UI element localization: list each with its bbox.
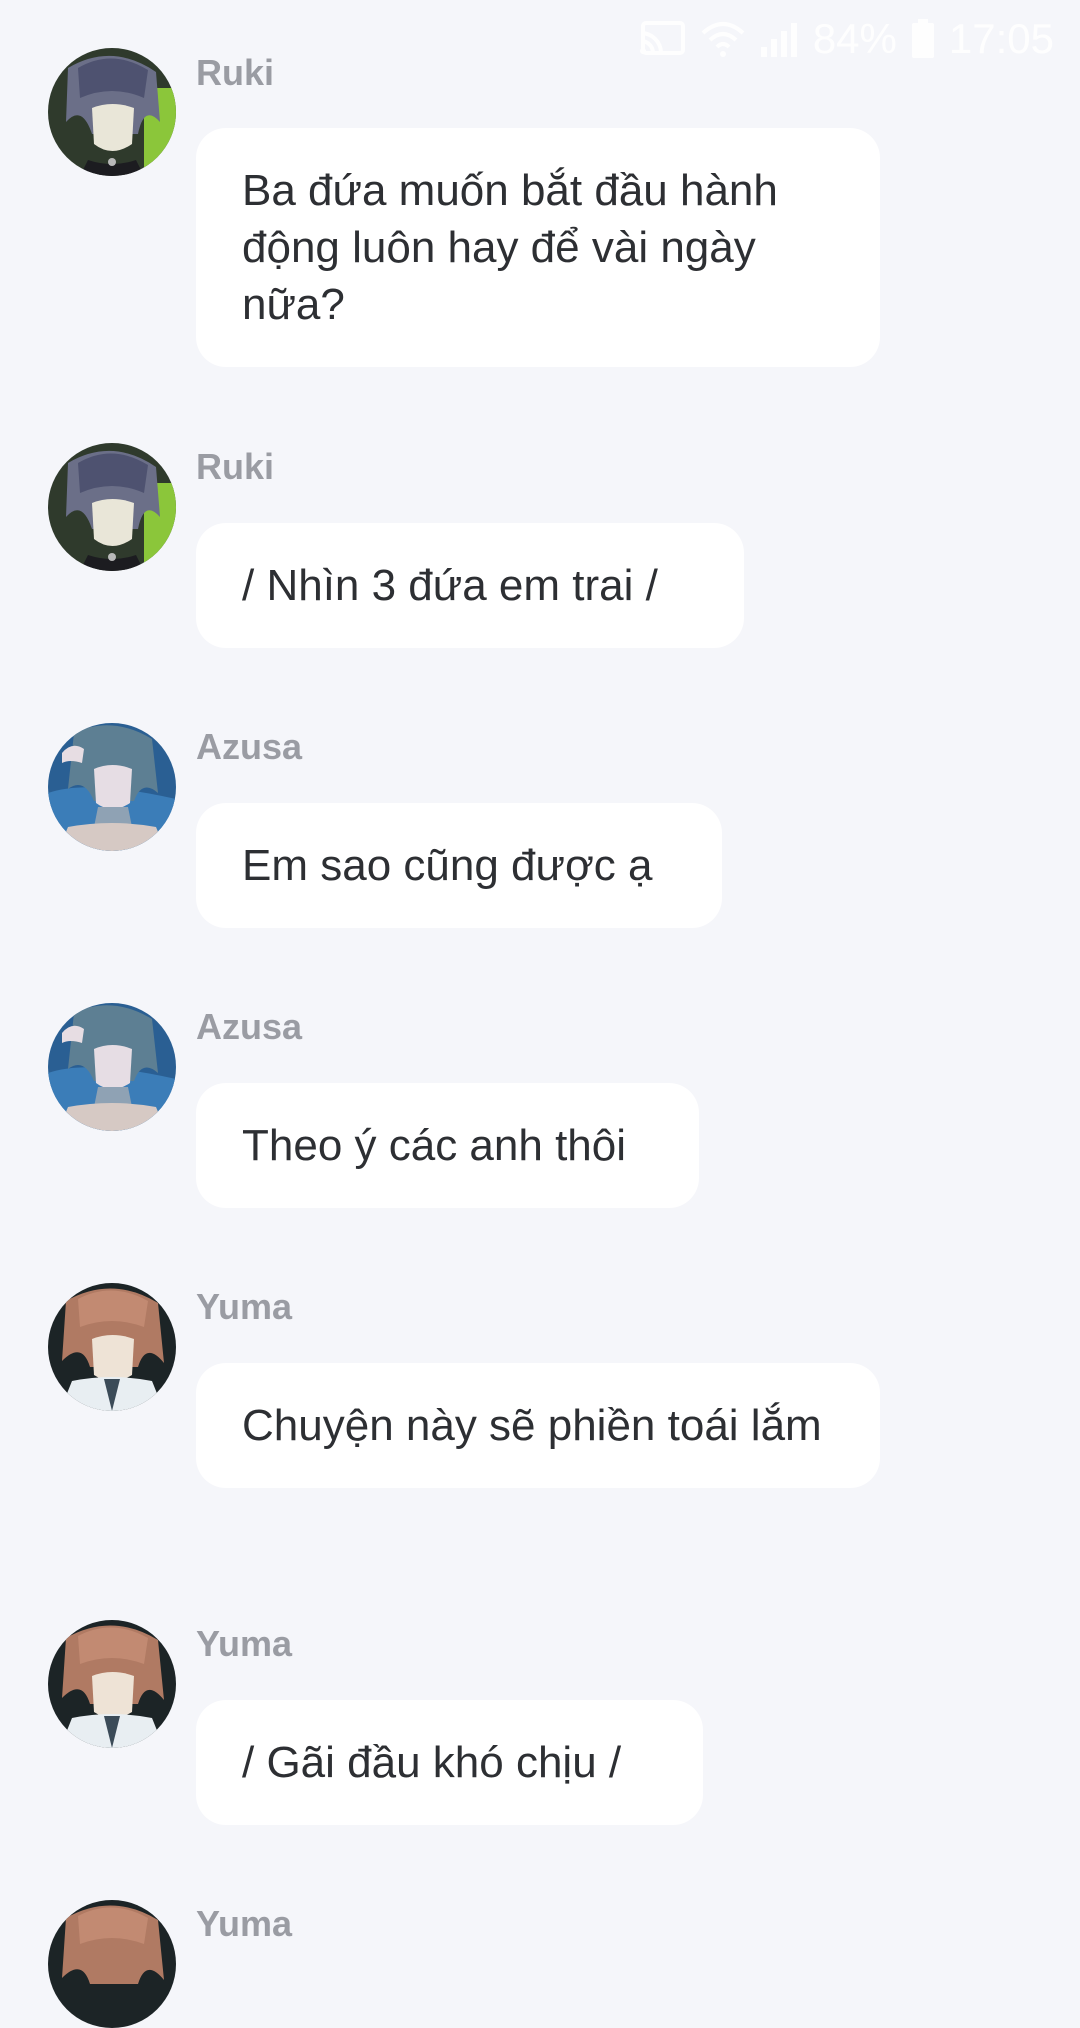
ruki-avatar[interactable] [48,443,176,571]
ruki-avatar[interactable] [48,48,176,176]
message-bubble[interactable]: / Gãi đầu khó chịu / [196,1700,703,1825]
sender-name: Yuma [196,1623,293,1664]
yuma-avatar[interactable] [48,1900,176,2028]
message-bubble[interactable]: Chuyện này sẽ phiền toái lắm [196,1363,880,1488]
azusa-avatar[interactable] [48,1003,176,1131]
yuma-avatar[interactable] [48,1620,176,1748]
chat-list[interactable]: Ruki Ba đứa muốn bắt đầu hành động luôn … [0,0,1080,2028]
sender-name: Ruki [196,446,275,487]
message-bubble[interactable]: Theo ý các anh thôi [196,1083,699,1208]
azusa-avatar[interactable] [48,723,176,851]
sender-name: Ruki [196,52,275,93]
sender-name: Azusa [196,726,303,767]
message-bubble[interactable]: Em sao cũng được ạ [196,803,722,928]
sender-name: Yuma [196,1903,293,1944]
sender-name: Yuma [196,1286,293,1327]
message-bubble[interactable]: Ba đứa muốn bắt đầu hành động luôn hay đ… [196,128,880,367]
message-bubble[interactable]: / Nhìn 3 đứa em trai / [196,523,744,648]
sender-name: Azusa [196,1006,303,1047]
yuma-avatar[interactable] [48,1283,176,1411]
